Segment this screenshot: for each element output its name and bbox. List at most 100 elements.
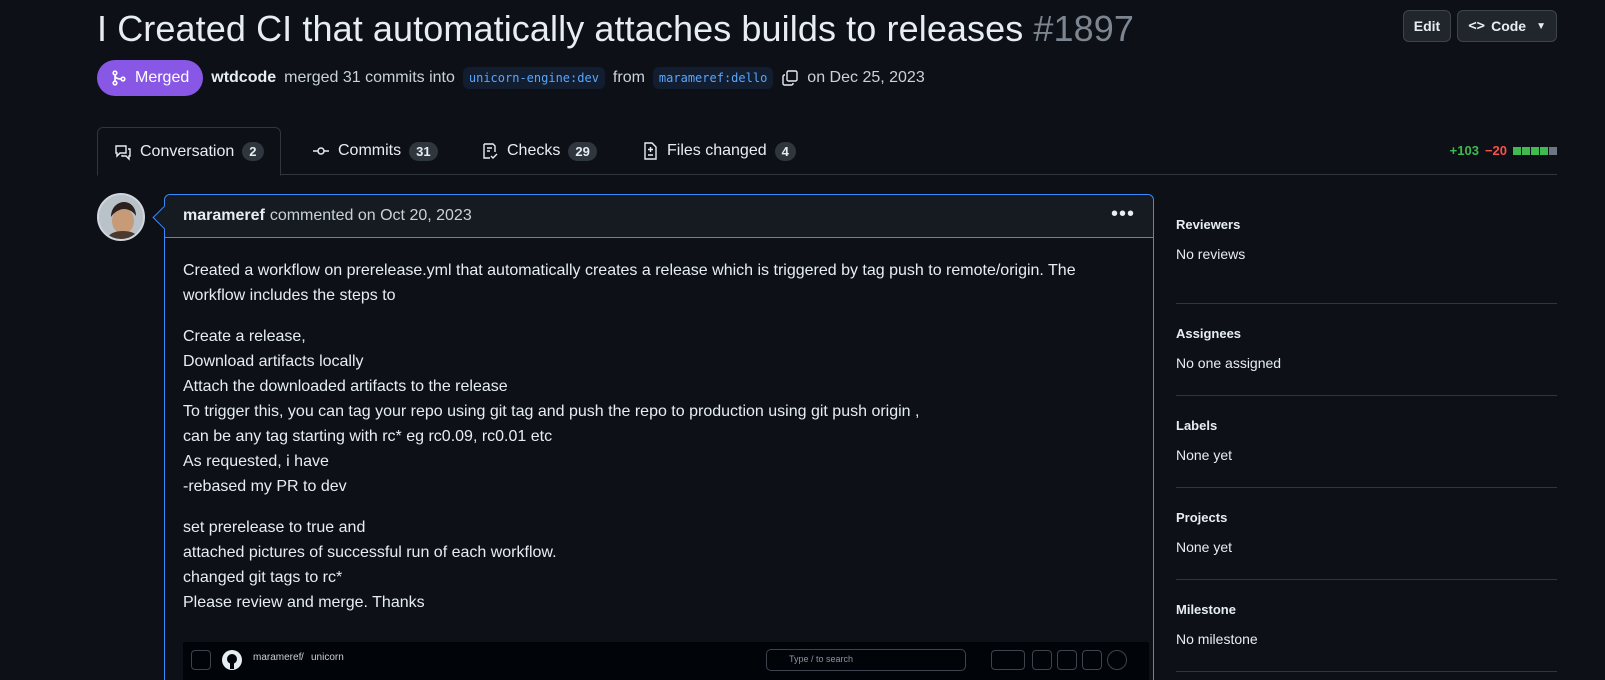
embedded-screenshot[interactable]: marameref / unicorn Type / to search [183,642,1149,680]
diff-additions: +103 [1449,143,1479,158]
edit-button-label: Edit [1413,18,1441,34]
comment-line: Download artifacts locally [183,353,364,370]
kebab-menu-icon[interactable]: ••• [1111,203,1135,226]
tab-files-changed[interactable]: Files changed 4 [625,127,812,175]
diffstat-block [1531,146,1539,155]
tab-files-label: Files changed [667,142,767,159]
plus-icon [991,650,1025,670]
github-logo-icon [222,650,242,670]
base-branch[interactable]: unicorn-engine:dev [462,67,605,89]
head-branch[interactable]: marameref:dello [652,67,774,89]
comment-author[interactable]: marameref [183,207,265,225]
inbox-icon [1082,650,1102,670]
sidebar-labels: Labels None yet [1176,396,1557,488]
page-title: I Created CI that automatically attaches… [97,8,1134,50]
avatar-image [99,195,143,239]
sidebar-value: No one assigned [1176,355,1282,371]
diffstat: +103 −20 [1450,143,1557,158]
code-button-label: Code [1491,18,1527,34]
sidebar-value: None yet [1176,447,1233,463]
tab-conversation-label: Conversation [140,142,235,160]
user-avatar-icon [1107,650,1127,670]
pull-request-page: I Created CI that automatically attaches… [97,0,1557,680]
sidebar-value: None yet [1176,539,1233,555]
comment-line: set prerelease to true and [183,519,366,536]
tab-commits-label: Commits [338,142,402,159]
tab-conversation[interactable]: Conversation 2 [97,127,281,176]
diffstat-block [1513,146,1521,155]
tab-checks-count: 29 [568,141,597,161]
file-diff-icon [644,142,657,160]
comment-line: To trigger this, you can tag your repo u… [183,403,920,420]
sidebar-value: No milestone [1176,631,1258,647]
tab-conversation-count: 2 [242,142,264,161]
comment-header: marameref commented on Oct 20, 2023 ••• [165,195,1153,238]
issues-icon [1032,650,1052,670]
sidebar-heading[interactable]: Reviewers [1176,217,1557,232]
edit-button[interactable]: Edit [1402,10,1452,42]
title-row: I Created CI that automatically attaches… [97,6,1557,56]
menu-icon [191,650,211,670]
merge-date: on Dec 25, 2023 [807,69,925,86]
comment-box: marameref commented on Oct 20, 2023 ••• … [164,194,1154,680]
diffstat-block [1549,146,1557,155]
avatar[interactable] [97,193,145,241]
comment-line: changed git tags to rc* [183,569,343,586]
comment-line: Attach the downloaded artifacts to the r… [183,378,508,395]
sidebar-value: No reviews [1176,246,1246,262]
pr-meta: Merged wtdcode merged 31 commits into un… [97,60,925,96]
tab-files-count: 4 [774,141,796,161]
sidebar-heading[interactable]: Assignees [1176,326,1557,341]
checklist-icon [483,143,498,159]
command-palette-icon [945,651,963,669]
comment-line: workflow includes the steps to [183,287,396,304]
comment-line: Create a release, [183,328,306,345]
comment-line: -rebased my PR to dev [183,478,347,495]
comment-line: attached pictures of successful run of e… [183,544,557,561]
screenshot-owner: marameref [253,652,302,663]
comment-body: Created a workflow on prerelease.yml tha… [165,238,1153,615]
header-actions: Edit <> Code ▼ [1402,10,1557,42]
screenshot-repo: unicorn [311,652,344,663]
git-commit-icon [313,147,329,155]
tab-checks[interactable]: Checks 29 [465,127,613,175]
comment-discussion-icon [115,144,131,161]
comment-timestamp[interactable]: commented on Oct 20, 2023 [270,207,472,225]
code-button[interactable]: <> Code ▼ [1457,10,1557,42]
sidebar-milestone: Milestone No milestone [1176,580,1557,672]
merge-text: merged 31 commits into [284,69,455,86]
diffstat-blocks [1513,146,1557,155]
copy-icon[interactable] [781,69,799,87]
diff-deletions: −20 [1484,143,1507,158]
comment-paragraph: set prerelease to true and attached pict… [183,515,1135,615]
screenshot-separator: / [301,652,304,663]
tab-commits[interactable]: Commits 31 [296,127,454,175]
comment-paragraph: Created a workflow on prerelease.yml tha… [183,258,1135,308]
sidebar-assignees: Assignees No one assigned [1176,304,1557,396]
code-icon: <> [1468,18,1486,34]
comment-line: Please review and merge. Thanks [183,594,425,611]
sidebar-heading[interactable]: Milestone [1176,602,1557,617]
pull-requests-icon [1057,650,1077,670]
tab-checks-label: Checks [507,142,561,159]
caret-down-icon: ▼ [1536,20,1546,32]
diffstat-block [1540,146,1548,155]
sidebar-heading[interactable]: Projects [1176,510,1557,525]
state-badge: Merged [97,60,204,96]
comment-paragraph: Create a release, Download artifacts loc… [183,324,1135,499]
pr-title-text: I Created CI that automatically attaches… [97,8,1024,49]
from-text: from [612,69,645,86]
tab-commits-count: 31 [409,141,438,161]
git-merge-icon [112,70,126,86]
state-label: Merged [135,69,190,86]
pr-sidebar: Reviewers No reviews Assignees No one as… [1176,212,1557,672]
pr-number: #1897 [1033,8,1134,49]
sidebar-projects: Projects None yet [1176,488,1557,580]
sidebar-reviewers: Reviewers No reviews [1176,212,1557,304]
merger-link[interactable]: wtdcode [211,69,276,87]
comment-line: Created a workflow on prerelease.yml tha… [183,262,1076,279]
sidebar-heading[interactable]: Labels [1176,418,1557,433]
diffstat-block [1522,146,1530,155]
pr-tabs: Conversation 2 Commits 31 Checks 29 File… [97,127,1557,176]
screenshot-search: Type / to search [766,649,966,671]
